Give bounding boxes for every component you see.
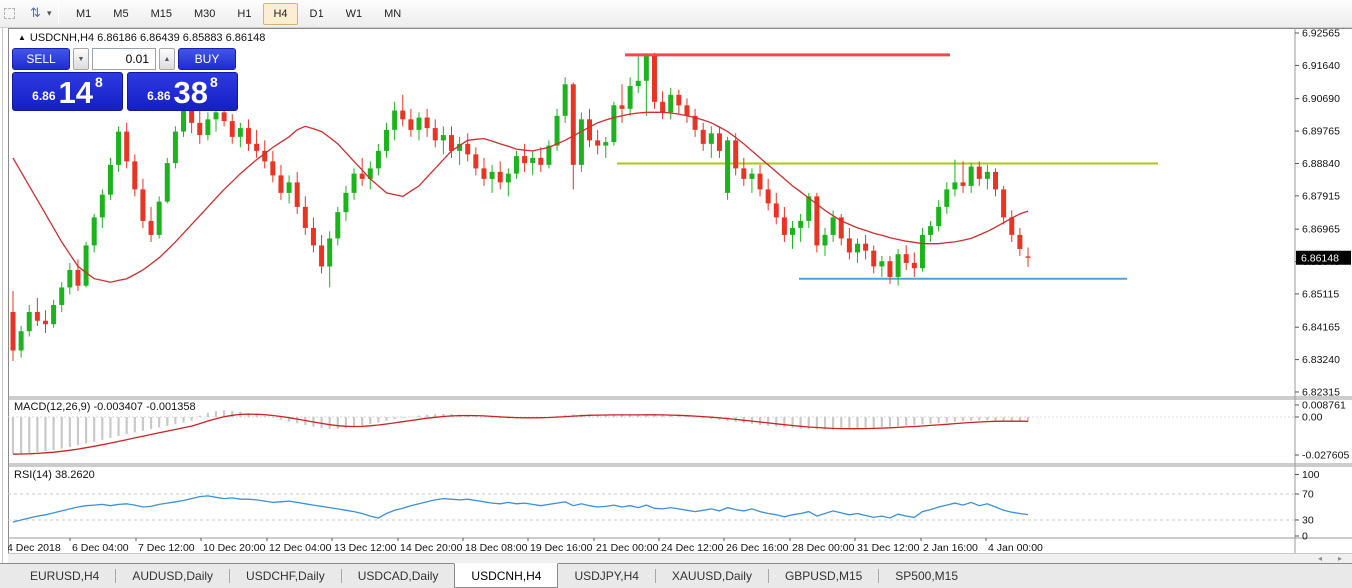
timeframe-button-m1[interactable]: M1: [66, 3, 101, 25]
svg-text:6.86965: 6.86965: [1302, 224, 1340, 236]
svg-text:6.92565: 6.92565: [1302, 28, 1340, 40]
macd-indicator-label: MACD(12,26,9) -0.003407 -0.001358: [14, 401, 196, 413]
sell-quote-box[interactable]: 6.86 14 8: [12, 72, 123, 111]
toolbar-separator: [58, 3, 59, 25]
chart-title: ▲ USDCNH,H4 6.86186 6.86439 6.85883 6.861…: [18, 32, 265, 44]
one-click-trading-panel: SELL ▼ ▲ BUY 6.86 14 8 6.86 38 8: [12, 48, 238, 111]
sell-price-prefix: 6.86: [32, 89, 55, 103]
chart-tab-audusd-daily[interactable]: AUDUSD,Daily: [116, 564, 229, 588]
timeframe-button-h4[interactable]: H4: [263, 3, 297, 25]
svg-text:6.87915: 6.87915: [1302, 190, 1340, 202]
volume-input[interactable]: [92, 48, 156, 70]
svg-text:6.85115: 6.85115: [1302, 288, 1339, 300]
svg-text:6.82315: 6.82315: [1302, 387, 1340, 399]
timeframe-buttons: M1M5M15M30H1H4D1W1MN: [66, 0, 411, 28]
chart-shift-icon[interactable]: ⇅: [30, 5, 41, 21]
horizontal-scrollbar[interactable]: ◂ ▸: [8, 553, 1352, 563]
rsi-indicator-label: RSI(14) 38.2620: [14, 469, 95, 481]
timeframe-button-mn[interactable]: MN: [374, 3, 411, 25]
svg-text:6.89765: 6.89765: [1302, 126, 1340, 138]
chevron-down-icon[interactable]: ▾: [47, 8, 52, 19]
timeframe-button-m5[interactable]: M5: [103, 3, 138, 25]
collapse-icon[interactable]: ▲: [18, 33, 26, 42]
svg-text:70: 70: [1302, 489, 1314, 501]
buy-quote-box[interactable]: 6.86 38 8: [127, 72, 238, 111]
buy-price-point: 8: [210, 74, 218, 90]
timeframe-button-w1[interactable]: W1: [336, 3, 373, 25]
chart-tab-bar: EURUSD,H4AUDUSD,DailyUSDCHF,DailyUSDCAD,…: [0, 563, 1352, 588]
mt4-terminal: ⇅ ▾ M1M5M15M30H1H4D1W1MN 6.92565 6.91640 6…: [0, 0, 1352, 588]
svg-text:6.90690: 6.90690: [1302, 93, 1340, 105]
buy-price-pips: 38: [174, 78, 208, 107]
svg-text:6.86148: 6.86148: [1301, 252, 1339, 264]
volume-increase-button[interactable]: ▲: [159, 48, 175, 70]
svg-text:6.83240: 6.83240: [1302, 354, 1340, 366]
svg-text:6.84165: 6.84165: [1302, 322, 1340, 334]
sell-button[interactable]: SELL: [12, 48, 70, 70]
chart-tab-usdcnh-h4[interactable]: USDCNH,H4: [454, 563, 558, 588]
svg-text:30: 30: [1302, 515, 1314, 527]
chart-tab-gbpusd-m15[interactable]: GBPUSD,M15: [769, 564, 878, 588]
chart-title-text: USDCNH,H4 6.86186 6.86439 6.85883 6.8614…: [30, 32, 265, 44]
timeframe-button-d1[interactable]: D1: [300, 3, 334, 25]
chart-tab-usdjpy-h4[interactable]: USDJPY,H4: [558, 564, 654, 588]
timeframes-toolbar: ⇅ ▾ M1M5M15M30H1H4D1W1MN: [0, 0, 1352, 28]
window-gutter: [2, 28, 3, 563]
chart-tab-usdcad-daily[interactable]: USDCAD,Daily: [342, 564, 455, 588]
sell-price-point: 8: [95, 74, 103, 90]
svg-text:100: 100: [1302, 469, 1320, 481]
toolbar-separator: [318, 3, 319, 25]
timeframe-button-m30[interactable]: M30: [184, 3, 225, 25]
svg-text:-0.027605: -0.027605: [1302, 450, 1349, 462]
svg-text:6.91640: 6.91640: [1302, 60, 1340, 72]
buy-button[interactable]: BUY: [178, 48, 236, 70]
chart-tab-usdchf-daily[interactable]: USDCHF,Daily: [230, 564, 341, 588]
svg-text:0.008761: 0.008761: [1302, 399, 1346, 411]
svg-text:0.00: 0.00: [1302, 412, 1323, 424]
svg-text:0: 0: [1302, 531, 1308, 543]
buy-price-prefix: 6.86: [147, 89, 170, 103]
chart-tab-sp500-m15[interactable]: SP500,M15: [879, 564, 974, 588]
timeframe-button-h1[interactable]: H1: [227, 3, 261, 25]
timeframe-button-m15[interactable]: M15: [141, 3, 182, 25]
chart-tab-xauusd-daily[interactable]: XAUUSD,Daily: [656, 564, 768, 588]
dock-handle[interactable]: [4, 8, 15, 19]
svg-text:6.88840: 6.88840: [1302, 158, 1340, 170]
chart-tab-eurusd-h4[interactable]: EURUSD,H4: [14, 564, 115, 588]
volume-decrease-button[interactable]: ▼: [73, 48, 89, 70]
sell-price-pips: 14: [59, 78, 93, 107]
